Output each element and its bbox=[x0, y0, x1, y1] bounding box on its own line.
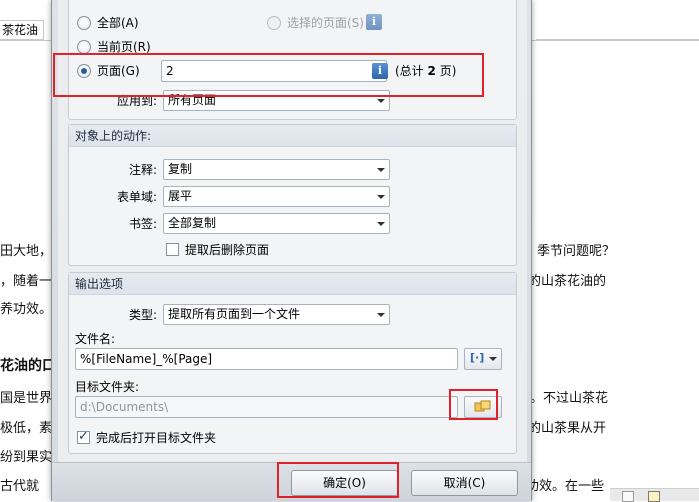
annotations-label: 注释: bbox=[128, 163, 157, 177]
target-folder-input[interactable]: d:\Documents\ bbox=[75, 396, 458, 418]
filename-label: 文件名: bbox=[75, 332, 116, 346]
type-label: 类型: bbox=[128, 308, 157, 322]
total-count: 2 bbox=[427, 64, 436, 78]
document-tab[interactable]: 茶花油 bbox=[0, 20, 44, 40]
ok-button[interactable]: 确定(O) bbox=[291, 470, 398, 496]
document-text-line-left: 田大地， bbox=[0, 244, 53, 259]
total-suffix: 页) bbox=[439, 64, 457, 78]
extract-pages-dialog: 全部(A) 选择的页面(S) i 当前页(R) 页面(G) 2 i (总计 2 … bbox=[51, 0, 532, 501]
document-text-line-left: 养功效。 bbox=[0, 302, 53, 317]
type-select[interactable]: 提取所有页面到一个文件 bbox=[163, 304, 390, 325]
page-view-icon[interactable] bbox=[622, 491, 634, 502]
form-fields-value: 展平 bbox=[168, 189, 193, 203]
object-actions-group: 对象上的动作: 注释: 复制 表单域: 展平 书签: 全部复制 提取后删除页面 bbox=[68, 124, 517, 266]
open-folder-label: 完成后打开目标文件夹 bbox=[96, 431, 217, 445]
selected-pages-info-icon[interactable]: i bbox=[366, 14, 382, 30]
radio-page-range[interactable] bbox=[77, 64, 91, 78]
filename-input[interactable]: %[FileName]_%[Page] bbox=[75, 348, 458, 370]
page-range-group: 全部(A) 选择的页面(S) i 当前页(R) 页面(G) 2 i (总计 2 … bbox=[68, 0, 517, 120]
document-tab-label: 茶花油 bbox=[2, 23, 39, 37]
document-text-line-left: 极低，素 bbox=[0, 421, 53, 436]
selected-pages-label: 选择的页面(S) bbox=[287, 16, 364, 30]
apply-to-label: 应用到: bbox=[116, 94, 157, 108]
bookmarks-label: 书签: bbox=[128, 217, 157, 231]
chevron-down-icon bbox=[377, 195, 385, 199]
annotations-select[interactable]: 复制 bbox=[163, 159, 390, 180]
bookmarks-value: 全部复制 bbox=[168, 216, 217, 230]
delete-after-extract-label: 提取后删除页面 bbox=[185, 243, 270, 257]
chevron-down-icon bbox=[377, 313, 385, 317]
macro-icon: [·] bbox=[470, 351, 485, 364]
total-pages-text: (总计 2 页) bbox=[395, 63, 456, 79]
document-text-line-right: 季节问题呢？ bbox=[537, 244, 616, 259]
document-text-line-left: 国是世界 bbox=[0, 391, 53, 406]
pages-info-icon[interactable]: i bbox=[372, 63, 388, 79]
filename-value: %[FileName]_%[Page] bbox=[80, 352, 213, 366]
document-heading: 花油的口 bbox=[0, 358, 56, 374]
dialog-footer: 确定(O) 取消(C) bbox=[52, 462, 531, 501]
document-text-line-right: 的山茶花油的 bbox=[528, 274, 607, 289]
output-options-title: 输出选项 bbox=[69, 273, 516, 295]
radio-selected-pages[interactable] bbox=[267, 16, 281, 30]
pages-input[interactable]: 2 bbox=[161, 60, 387, 82]
document-text-line-left: ，随着一 bbox=[0, 274, 53, 289]
radio-all-pages[interactable] bbox=[77, 16, 91, 30]
pages-label: 页面(G) bbox=[97, 64, 140, 78]
apply-to-select[interactable]: 所有页面 bbox=[163, 90, 390, 111]
document-text-line-left: 古代就 bbox=[0, 479, 40, 494]
chevron-down-icon bbox=[489, 357, 497, 361]
form-fields-select[interactable]: 展平 bbox=[163, 186, 390, 207]
output-options-group: 输出选项 类型: 提取所有页面到一个文件 文件名: %[FileName]_%[… bbox=[68, 272, 517, 454]
total-prefix: (总计 bbox=[395, 64, 424, 78]
chevron-down-icon bbox=[377, 222, 385, 226]
open-folder-checkbox[interactable] bbox=[77, 429, 90, 444]
document-text-line-right: 。不过山茶花 bbox=[530, 391, 609, 406]
target-folder-value: d:\Documents\ bbox=[80, 400, 169, 414]
chevron-down-icon bbox=[377, 99, 385, 103]
pages-input-value: 2 bbox=[166, 64, 174, 78]
object-actions-title: 对象上的动作: bbox=[69, 125, 516, 147]
current-page-label: 当前页(R) bbox=[97, 40, 151, 54]
insert-macro-button[interactable]: [·] bbox=[464, 348, 502, 370]
delete-after-extract-checkbox[interactable] bbox=[166, 243, 179, 256]
target-folder-label: 目标文件夹: bbox=[75, 380, 140, 394]
radio-current-page[interactable] bbox=[77, 40, 91, 54]
document-text-line-right: 的山茶果从开 bbox=[528, 421, 607, 436]
bookmarks-select[interactable]: 全部复制 bbox=[163, 213, 390, 234]
form-fields-label: 表单域: bbox=[116, 190, 157, 204]
type-value: 提取所有页面到一个文件 bbox=[168, 307, 301, 321]
document-text-line-right: 功效。在一些 bbox=[526, 479, 605, 494]
folder-icon bbox=[474, 400, 491, 412]
annotations-value: 复制 bbox=[168, 162, 193, 176]
cancel-button[interactable]: 取消(C) bbox=[411, 470, 518, 496]
single-page-icon[interactable] bbox=[648, 491, 660, 502]
apply-to-value: 所有页面 bbox=[168, 93, 217, 107]
document-text-line-left: 纷到果实 bbox=[0, 450, 53, 465]
document-status-bar bbox=[610, 488, 699, 502]
dialog-content: 全部(A) 选择的页面(S) i 当前页(R) 页面(G) 2 i (总计 2 … bbox=[58, 0, 527, 462]
browse-folder-button[interactable] bbox=[464, 396, 502, 418]
chevron-down-icon bbox=[377, 168, 385, 172]
all-pages-label: 全部(A) bbox=[97, 16, 139, 30]
document-right-tab-strip bbox=[536, 20, 699, 40]
